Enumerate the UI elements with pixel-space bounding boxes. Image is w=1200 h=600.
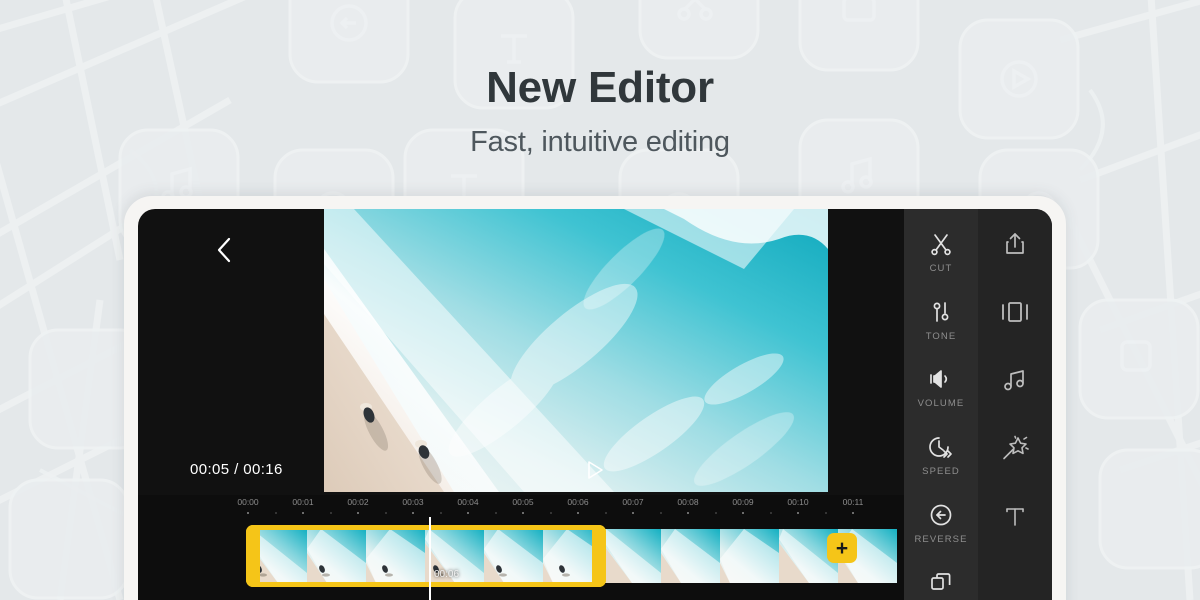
clip-thumbnail-strip[interactable] <box>248 529 897 583</box>
ruler-tick-major <box>632 512 634 514</box>
device-screen: 00:05 / 00:16 CUT TONE VOLUME SPEED REVE… <box>138 209 1052 600</box>
toolbar-item-volume[interactable]: VOLUME <box>904 358 978 426</box>
magic-wand-icon <box>1001 433 1029 463</box>
toolbar-item-tone[interactable]: TONE <box>904 291 978 359</box>
clip-thumbnail[interactable] <box>602 529 661 583</box>
timecode-display: 00:05 / 00:16 <box>190 461 283 478</box>
music-note-icon <box>1002 365 1028 395</box>
toolbar-label-tone: TONE <box>925 330 957 342</box>
ruler-tick-major <box>302 512 304 514</box>
ruler-tick-minor <box>660 512 661 514</box>
clip-thumbnail[interactable] <box>366 529 425 583</box>
ruler-tick-label: 00:02 <box>347 497 369 507</box>
timeline-ruler[interactable]: 00:00 00:01 00:02 00:03 00:04 00:05 00:06 00:07… <box>138 495 904 525</box>
thumbnail-image <box>661 529 720 583</box>
ruler-tick-major <box>412 512 414 514</box>
toolbar-item-transition[interactable] <box>978 291 1052 359</box>
clip-thumbnail[interactable] <box>720 529 779 583</box>
toolbar-item-share[interactable] <box>978 223 1052 291</box>
toolbar-item-reverse[interactable]: REVERSE <box>904 494 978 562</box>
page-title: New Editor <box>486 63 714 112</box>
ruler-tick-minor <box>330 512 331 514</box>
ruler-tick-label: 00:11 <box>842 497 864 507</box>
transition-icon <box>1000 297 1030 327</box>
ruler-tick-label: 00:04 <box>457 497 479 507</box>
toolbar-item-duplicate[interactable] <box>904 561 978 600</box>
toolbar-label-speed: SPEED <box>922 466 960 478</box>
thumbnail-image <box>484 529 543 583</box>
toolbar-item-speed[interactable]: SPEED <box>904 426 978 494</box>
playhead[interactable] <box>429 517 431 600</box>
ruler-tick-major <box>687 512 689 514</box>
ruler-tick-major <box>797 512 799 514</box>
ruler-tick-label: 00:08 <box>677 497 699 507</box>
preview-frame-image <box>324 209 828 492</box>
ruler-tick-minor <box>385 512 386 514</box>
ruler-tick-minor <box>825 512 826 514</box>
ruler-tick-label: 00:01 <box>292 497 314 507</box>
ruler-tick-label: 00:00 <box>237 497 259 507</box>
thumbnail-image <box>366 529 425 583</box>
ruler-tick-label: 00:10 <box>787 497 809 507</box>
ruler-tick-major <box>742 512 744 514</box>
toolbar-label-cut: CUT <box>929 263 953 274</box>
toolbar-item-text[interactable] <box>978 495 1052 563</box>
duplicate-icon <box>929 567 953 597</box>
hero-section: New Editor Fast, intuitive editing <box>0 0 1200 159</box>
ruler-tick-major <box>577 512 579 514</box>
add-clip-button[interactable]: + <box>827 533 857 563</box>
timeline-panel[interactable]: 00:00 00:01 00:02 00:03 00:04 00:05 00:06 00:07… <box>138 495 904 600</box>
speaker-icon <box>928 364 954 394</box>
timeline-clips-row[interactable]: + <box>138 525 904 589</box>
page-subtitle: Fast, intuitive editing <box>470 126 730 159</box>
ruler-tick-major <box>247 512 249 514</box>
clock-speed-icon <box>928 432 954 462</box>
ruler-tick-major <box>852 512 854 514</box>
play-triangle-icon <box>588 461 603 479</box>
toolbar-primary-column: CUT TONE VOLUME SPEED REVERSE <box>904 209 978 600</box>
chevron-left-icon <box>217 237 230 263</box>
clip-thumbnail[interactable] <box>307 529 366 583</box>
ruler-tick-label: 00:03 <box>402 497 424 507</box>
editor-toolbar: CUT TONE VOLUME SPEED REVERSE <box>904 209 1052 600</box>
ruler-tick-minor <box>275 512 276 514</box>
toolbar-item-cut[interactable]: CUT <box>904 223 978 291</box>
ruler-tick-major <box>357 512 359 514</box>
thumbnail-image <box>720 529 779 583</box>
ruler-tick-label: 00:09 <box>732 497 754 507</box>
clip-thumbnail[interactable] <box>484 529 543 583</box>
ruler-tick-minor <box>550 512 551 514</box>
ruler-tick-minor <box>770 512 771 514</box>
share-icon <box>1003 229 1027 259</box>
toolbar-item-magic[interactable] <box>978 427 1052 495</box>
clip-thumbnail[interactable] <box>661 529 720 583</box>
play-button[interactable] <box>582 457 608 483</box>
clip-trim-handle-left[interactable] <box>246 525 260 587</box>
scissors-icon <box>929 229 953 259</box>
toolbar-label-reverse: REVERSE <box>914 533 968 545</box>
clip-trim-handle-right[interactable] <box>592 525 606 587</box>
text-icon <box>1003 501 1027 531</box>
device-frame: 00:05 / 00:16 CUT TONE VOLUME SPEED REVE… <box>124 196 1066 600</box>
toolbar-secondary-column <box>978 209 1052 600</box>
thumbnail-image <box>602 529 661 583</box>
ruler-tick-minor <box>440 512 441 514</box>
reverse-icon <box>929 500 953 530</box>
ruler-tick-minor <box>605 512 606 514</box>
thumbnail-image <box>307 529 366 583</box>
toolbar-label-volume: VOLUME <box>917 398 965 410</box>
ruler-tick-major <box>522 512 524 514</box>
ruler-tick-label: 00:05 <box>512 497 534 507</box>
ruler-tick-minor <box>495 512 496 514</box>
sliders-icon <box>929 297 953 327</box>
back-button[interactable] <box>202 229 244 271</box>
toolbar-item-music[interactable] <box>978 359 1052 427</box>
ruler-tick-label: 00:07 <box>622 497 644 507</box>
video-preview[interactable] <box>324 209 828 492</box>
ruler-tick-label: 00:06 <box>567 497 589 507</box>
playhead-time-label: 00:06 <box>434 569 460 580</box>
ruler-tick-major <box>467 512 469 514</box>
ruler-tick-minor <box>715 512 716 514</box>
